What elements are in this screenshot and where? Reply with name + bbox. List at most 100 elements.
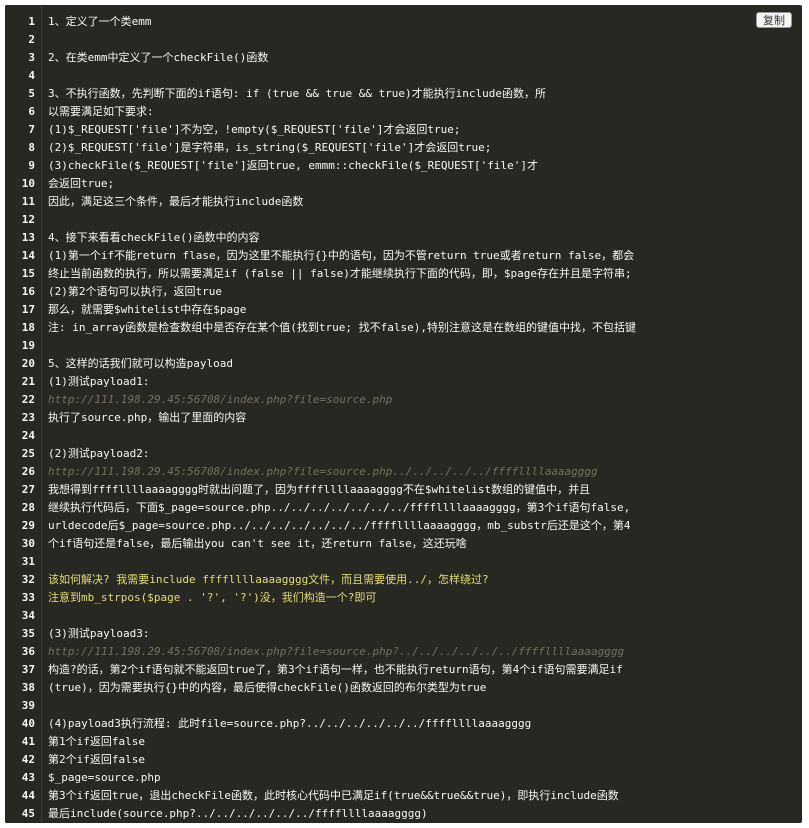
line-number: 15: [21, 267, 35, 280]
line-number: 32: [21, 573, 35, 586]
code-line: 40 (4)payload3执行流程: 此时file=source.php?../…: [5, 715, 802, 733]
line-number: 39: [21, 699, 35, 712]
line-number: 41: [21, 735, 35, 748]
code-line: 28 继续执行代码后，下面$_page=source.php../../../..…: [5, 499, 802, 517]
line-number: 16: [21, 285, 35, 298]
code-line: 39: [5, 697, 802, 715]
code-text: (2)$_REQUEST['file']是字符串，is_string($_REQ…: [48, 141, 492, 154]
line-number: 3: [28, 51, 35, 64]
line-number: 38: [21, 681, 35, 694]
code-text: 注: in_array函数是检查数组中是否存在某个值(找到true; 找不fal…: [48, 321, 636, 334]
line-number: 30: [21, 537, 35, 550]
code-line: 9 (3)checkFile($_REQUEST['file']返回true, e…: [5, 157, 802, 175]
line-number: 33: [21, 591, 35, 604]
code-line: 18 注: in_array函数是检查数组中是否存在某个值(找到true; 找不f…: [5, 319, 802, 337]
code-line: 11 因此，满足这三个条件，最后才能执行include函数: [5, 193, 802, 211]
code-text: 以需要满足如下要求:: [48, 105, 154, 118]
code-line: 44 第3个if返回true，退出checkFile函数，此时核心代码中已满足if…: [5, 787, 802, 805]
code-line: 17 那么，就需要$whitelist中存在$page: [5, 301, 802, 319]
line-number: 36: [21, 645, 35, 658]
line-number: 5: [28, 87, 35, 100]
code-line: 43 $_page=source.php: [5, 769, 802, 787]
line-number: 35: [21, 627, 35, 640]
code-line: 13 4、接下来看看checkFile()函数中的内容: [5, 229, 802, 247]
code-text: 执行了source.php，输出了里面的内容: [48, 411, 247, 424]
code-text: (3)测试payload3:: [48, 627, 150, 640]
code-text: 第2个if返回false: [48, 753, 145, 766]
code-line: 8 (2)$_REQUEST['file']是字符串，is_string($_RE…: [5, 139, 802, 157]
line-number: 20: [21, 357, 35, 370]
line-number: 24: [21, 429, 35, 442]
code-line: 23 执行了source.php，输出了里面的内容: [5, 409, 802, 427]
code-line: 1 1、定义了一个类emm: [5, 13, 802, 31]
code-text: (3)checkFile($_REQUEST['file']返回true, em…: [48, 159, 538, 172]
code-line: 12: [5, 211, 802, 229]
code-lines: 1 1、定义了一个类emm 2 3 2、在类emm中定义了一个checkFile()函数…: [5, 13, 802, 823]
code-line: 2: [5, 31, 802, 49]
line-number: 10: [21, 177, 35, 190]
code-text: 最后include(source.php?../../../../../../f…: [48, 807, 428, 820]
code-line: 5 3、不执行函数，先判断下面的if语句: if (true && true &&…: [5, 85, 802, 103]
line-number: 4: [28, 69, 35, 82]
code-text: http://111.198.29.45:56708/index.php?fil…: [48, 465, 598, 478]
line-number: 34: [21, 609, 35, 622]
line-number: 31: [21, 555, 35, 568]
code-line: 31: [5, 553, 802, 571]
code-text: 1、定义了一个类emm: [48, 15, 152, 28]
code-text: (true)，因为需要执行{}中的内容，最后使得checkFile()函数返回的…: [48, 681, 487, 694]
line-number: 19: [21, 339, 35, 352]
line-number: 11: [21, 195, 35, 208]
code-text: 5、这样的话我们就可以构造payload: [48, 357, 233, 370]
code-line: 38 (true)，因为需要执行{}中的内容，最后使得checkFile()函数返…: [5, 679, 802, 697]
code-text: 第3个if返回true，退出checkFile函数，此时核心代码中已满足if(t…: [48, 789, 619, 802]
code-line: 20 5、这样的话我们就可以构造payload: [5, 355, 802, 373]
code-text: http://111.198.29.45:56708/index.php?fil…: [48, 393, 393, 406]
code-line: 42 第2个if返回false: [5, 751, 802, 769]
code-line: 34: [5, 607, 802, 625]
code-line: 21 (1)测试payload1:: [5, 373, 802, 391]
code-line: 16 (2)第2个语句可以执行，返回true: [5, 283, 802, 301]
code-text: (2)测试payload2:: [48, 447, 150, 460]
code-line: 26 http://111.198.29.45:56708/index.php?f…: [5, 463, 802, 481]
code-line: 27 我想得到ffffllllaaaagggg时就出问题了，因为fffflllla…: [5, 481, 802, 499]
line-number: 25: [21, 447, 35, 460]
code-line: 15 终止当前函数的执行，所以需要满足if (false || false)才能继…: [5, 265, 802, 283]
code-text: (1)测试payload1:: [48, 375, 150, 388]
code-block: 复制 1 1、定义了一个类emm 2 3 2、在类emm中定义了一个checkFile(…: [5, 5, 802, 823]
code-line: 33 注意到mb_strpos($page . '?', '?')没，我们构造一个…: [5, 589, 802, 607]
code-line: 41 第1个if返回false: [5, 733, 802, 751]
line-number: 17: [21, 303, 35, 316]
code-text: (1)第一个if不能return flase，因为这里不能执行{}中的语句，因为…: [48, 249, 635, 262]
code-line: 14 (1)第一个if不能return flase，因为这里不能执行{}中的语句，…: [5, 247, 802, 265]
code-text: 终止当前函数的执行，所以需要满足if (false || false)才能继续执…: [48, 267, 632, 280]
code-text: 会返回true;: [48, 177, 115, 190]
line-number: 22: [21, 393, 35, 406]
line-number: 23: [21, 411, 35, 424]
code-line: 37 构造?的话，第2个if语句就不能返回true了，第3个if语句一样，也不能执…: [5, 661, 802, 679]
line-number: 40: [21, 717, 35, 730]
line-number: 8: [28, 141, 35, 154]
code-text: 因此，满足这三个条件，最后才能执行include函数: [48, 195, 304, 208]
code-text: (4)payload3执行流程: 此时file=source.php?../..…: [48, 717, 532, 730]
line-number: 12: [21, 213, 35, 226]
line-number: 2: [28, 33, 35, 46]
line-number: 1: [28, 15, 35, 28]
line-number: 18: [21, 321, 35, 334]
code-text: (1)$_REQUEST['file']不为空，!empty($_REQUEST…: [48, 123, 461, 136]
line-number: 21: [21, 375, 35, 388]
code-line: 35 (3)测试payload3:: [5, 625, 802, 643]
code-line: 24: [5, 427, 802, 445]
code-text: 4、接下来看看checkFile()函数中的内容: [48, 231, 260, 244]
code-line: 29 urldecode后$_page=source.php../../../..…: [5, 517, 802, 535]
code-text: 那么，就需要$whitelist中存在$page: [48, 303, 247, 316]
code-text: http://111.198.29.45:56708/index.php?fil…: [48, 645, 625, 658]
line-number: 14: [21, 249, 35, 262]
code-text: 2、在类emm中定义了一个checkFile()函数: [48, 51, 269, 64]
code-text: 第1个if返回false: [48, 735, 145, 748]
code-line: 19: [5, 337, 802, 355]
code-text: urldecode后$_page=source.php../../../../.…: [48, 519, 631, 532]
code-line: 32 该如何解决? 我需要include ffffllllaaaagggg文件，而…: [5, 571, 802, 589]
code-line: 4: [5, 67, 802, 85]
code-text: (2)第2个语句可以执行，返回true: [48, 285, 222, 298]
line-number: 9: [28, 159, 35, 172]
